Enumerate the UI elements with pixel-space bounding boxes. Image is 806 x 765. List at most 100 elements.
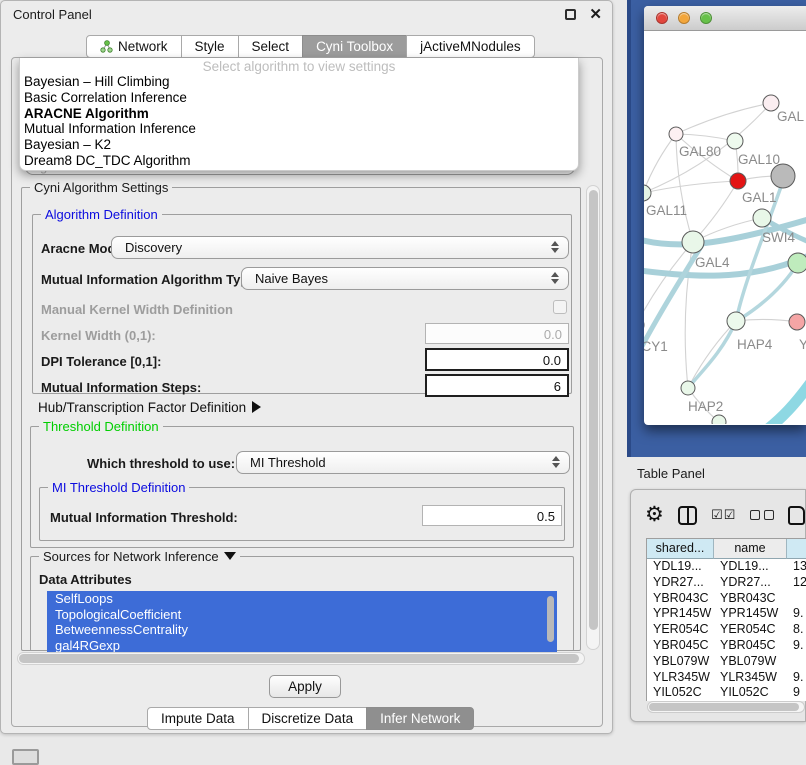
minimize-traffic-light[interactable]: [678, 12, 690, 24]
threshold-definition-group: Threshold Definition Which threshold to …: [30, 426, 574, 548]
network-node-n_bt[interactable]: [712, 415, 726, 424]
network-node-GAL80[interactable]: [669, 127, 683, 141]
tab-cyni-toolbox[interactable]: Cyni Toolbox: [302, 35, 407, 58]
network-node-SWI4[interactable]: [753, 209, 771, 227]
network-node-n_g1[interactable]: [727, 133, 743, 149]
network-node-n_bg[interactable]: [788, 253, 806, 273]
table-cell: YPR145W: [647, 606, 714, 622]
mi-steps-label: Mutual Information Steps:: [41, 380, 201, 395]
table-column-header[interactable]: name: [714, 539, 787, 559]
apply-button[interactable]: Apply: [269, 675, 341, 698]
control-panel-window: Control Panel ✕ Network Style Select Cyn…: [0, 0, 613, 734]
cyni-bottom-tabs: Impute Data Discretize Data Infer Networ…: [148, 707, 474, 730]
mi-steps-field[interactable]: [425, 374, 569, 397]
mi-threshold-field[interactable]: [422, 505, 562, 526]
algorithm-dropdown-popup: Select algorithm to view settings Bayesi…: [19, 58, 579, 171]
network-node-GAL1[interactable]: [730, 173, 746, 189]
algorithm-option[interactable]: Mutual Information Inference: [20, 121, 578, 137]
function-builder-icon[interactable]: [788, 506, 805, 525]
data-attribute-item[interactable]: gal4RGexp: [47, 638, 557, 653]
mi-algorithm-type-select[interactable]: Naive Bayes: [241, 267, 569, 290]
algorithm-definition-group: Algorithm Definition Aracne Mode: Discov…: [32, 214, 572, 394]
algorithm-dropdown-prompt: Select algorithm to view settings: [20, 58, 578, 74]
network-node-GAL4[interactable]: [682, 231, 704, 253]
table-panel-title: Table Panel: [637, 466, 705, 481]
close-icon[interactable]: ✕: [589, 5, 602, 23]
table-row[interactable]: YBR045CYBR045C9.: [647, 638, 806, 654]
table-column-header[interactable]: [787, 539, 806, 559]
table-row[interactable]: YIL052CYIL052C9: [647, 685, 806, 701]
table-horizontal-scrollbar[interactable]: [647, 701, 805, 713]
table-panel-window: ⚙ ☑☑ shared...name YDL19...YDL19...13YDR…: [630, 489, 806, 722]
algorithm-option[interactable]: Dream8 DC_TDC Algorithm: [20, 153, 578, 169]
close-traffic-light[interactable]: [656, 12, 668, 24]
table-scrollbar-thumb[interactable]: [649, 703, 799, 711]
network-node-GAL10n[interactable]: [771, 164, 795, 188]
network-edge[interactable]: [676, 134, 735, 141]
table-row[interactable]: YBR043CYBR043C: [647, 591, 806, 607]
algorithm-option[interactable]: Basic Correlation Inference: [20, 90, 578, 106]
network-window-titlebar[interactable]: [644, 6, 806, 31]
table-row[interactable]: YDL19...YDL19...13: [647, 559, 806, 575]
network-edge[interactable]: [644, 134, 676, 193]
tab-network[interactable]: Network: [86, 35, 182, 58]
table-row[interactable]: YER054CYER054C8.: [647, 622, 806, 638]
network-view-window: GALGAL80GAL10GAL1GAL11SWI4GAL4GCY1HAP4YH…: [644, 6, 806, 425]
vertical-scrollbar-thumb[interactable]: [589, 190, 598, 630]
network-node-n_pk[interactable]: [789, 314, 805, 330]
table-row[interactable]: YLR345WYLR345W9.: [647, 670, 806, 686]
tab-infer-network[interactable]: Infer Network: [366, 707, 474, 730]
kernel-width-field[interactable]: [425, 323, 569, 344]
sources-title[interactable]: Sources for Network Inference: [39, 549, 240, 564]
dpi-tolerance-label: DPI Tolerance [0,1]:: [41, 354, 161, 369]
data-attribute-item[interactable]: BetweennessCentrality: [47, 622, 557, 638]
float-window-icon[interactable]: [565, 9, 576, 20]
table-row[interactable]: YPR145WYPR145W9.: [647, 606, 806, 622]
which-threshold-select[interactable]: MI Threshold: [236, 451, 570, 474]
columns-icon[interactable]: [678, 506, 697, 525]
table-column-header[interactable]: shared...: [647, 539, 714, 559]
data-attribute-item[interactable]: TopologicalCoefficient: [47, 607, 557, 623]
tab-style[interactable]: Style: [181, 35, 239, 58]
algorithm-option-list: Bayesian – Hill ClimbingBasic Correlatio…: [20, 74, 578, 169]
algorithm-option[interactable]: Bayesian – K2: [20, 137, 578, 153]
network-edge-thick[interactable]: [760, 381, 806, 424]
dpi-tolerance-field[interactable]: [425, 348, 569, 371]
tab-discretize-data[interactable]: Discretize Data: [248, 707, 368, 730]
network-canvas[interactable]: GALGAL80GAL10GAL1GAL11SWI4GAL4GCY1HAP4YH…: [644, 31, 806, 424]
list-scrollbar-thumb[interactable]: [547, 596, 554, 642]
minimized-panel-icon[interactable]: [12, 749, 39, 765]
table-cell: YER054C: [647, 622, 714, 638]
tab-jactivemnodules[interactable]: jActiveMNodules: [406, 35, 535, 58]
hub-definition-toggle[interactable]: Hub/Transcription Factor Definition: [38, 400, 261, 415]
network-node-HAP2[interactable]: [681, 381, 695, 395]
table-row[interactable]: YDR27...YDR27...12: [647, 575, 806, 591]
table-cell: YBR043C: [647, 591, 714, 607]
horizontal-scrollbar-thumb[interactable]: [19, 654, 579, 663]
algorithm-option[interactable]: ARACNE Algorithm: [20, 106, 578, 122]
table-cell: YDR27...: [714, 575, 787, 591]
table-cell: 8.: [787, 622, 806, 638]
aracne-mode-select[interactable]: Discovery: [111, 236, 569, 259]
algorithm-option[interactable]: Bayesian – Hill Climbing: [20, 74, 578, 90]
network-node-HAP4[interactable]: [727, 312, 745, 330]
table-cell: YBR043C: [714, 591, 787, 607]
network-node-GAL11[interactable]: [644, 185, 651, 201]
table-cell: 9: [787, 685, 806, 701]
gear-icon[interactable]: ⚙: [645, 505, 664, 525]
manual-kernel-label: Manual Kernel Width Definition: [41, 302, 233, 317]
deselect-all-checks-icon[interactable]: [750, 510, 774, 520]
select-all-checks-icon[interactable]: ☑☑: [711, 507, 736, 523]
table-row[interactable]: YBL079WYBL079W: [647, 654, 806, 670]
data-attribute-item[interactable]: SelfLoops: [47, 591, 557, 607]
table-header-row: shared...name: [647, 539, 806, 559]
vertical-scrollbar[interactable]: [586, 185, 600, 650]
zoom-traffic-light[interactable]: [700, 12, 712, 24]
manual-kernel-checkbox[interactable]: [553, 300, 567, 314]
expanded-arrow-icon: [224, 552, 236, 560]
tab-select[interactable]: Select: [238, 35, 304, 58]
tab-impute-data[interactable]: Impute Data: [147, 707, 249, 730]
horizontal-scrollbar[interactable]: [17, 652, 585, 665]
control-panel-title: Control Panel: [13, 7, 92, 22]
network-desktop: GALGAL80GAL10GAL1GAL11SWI4GAL4GCY1HAP4YH…: [627, 0, 806, 457]
